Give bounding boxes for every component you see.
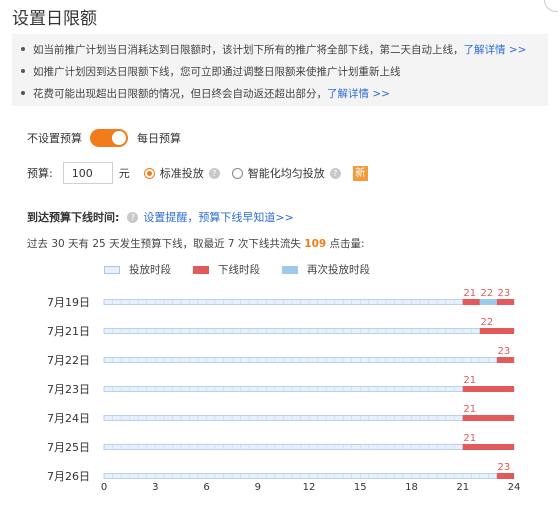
summary-suffix: 点击量: [329,238,365,250]
offline-section-title-row: 到达预算下线时间: ? 设置提醒，预算下线早知道>> [27,209,294,225]
offline-time-label: 21 [463,404,476,415]
x-tick-label: 12 [303,482,316,493]
offline-time-label: 22 [480,317,493,328]
budget-toggle[interactable] [90,129,128,147]
learn-more-link[interactable]: 了解详情 >> [464,44,527,56]
standard-delivery-label[interactable]: 标准投放 [160,165,204,181]
row-date-label: 7月21日 [47,325,90,338]
budget-row: 预算: 元 标准投放 ? 智能化均匀投放 ? 新 [27,160,368,186]
x-tick-label: 3 [152,482,158,493]
row-date-label: 7月19日 [47,296,90,309]
offline-timeline-chart: 7月19日 21 22 23 7月21日 22 7月22日 23 7月23日 21 7月24日 21 7… [47,288,521,493]
offline-summary: 过去 30 天有 25 天发生预算下线，取最近 7 次下线共流失 109 点击量… [27,236,365,251]
bullet-icon [21,91,25,95]
new-badge: 新 [352,165,368,181]
help-icon[interactable]: ? [329,167,341,179]
legend-label-again: 再次投放时段 [307,264,370,276]
legend-item-offline: 下线时段 [193,262,260,277]
x-tick-label: 24 [508,482,521,493]
offline-time-label: 21 [463,288,476,299]
offline-segment [496,473,514,479]
notice-item: 如当前推广计划当日消耗达到日限额时，该计划下所有的推广将全部下线，第二天自动上线… [21,39,548,61]
row-date-label: 7月22日 [47,354,90,367]
daily-budget-label: 每日预算 [137,132,181,145]
legend-item-normal: 投放时段 [104,262,171,277]
offline-segment [462,386,514,392]
offline-segment [462,444,514,450]
offline-segment [496,299,514,305]
learn-more-link[interactable]: 了解详情 >> [327,88,390,100]
notice-text: 如推广计划因到达日限额下线，您可立即通过调整日限额来使推广计划重新上线 [33,66,401,78]
smooth-delivery-label[interactable]: 智能化均匀投放 [248,165,325,181]
x-tick-label: 6 [203,482,209,493]
x-tick-label: 15 [354,482,367,493]
row-date-label: 7月24日 [47,412,90,425]
set-reminder-link[interactable]: 设置提醒，预算下线早知道>> [143,209,293,225]
offline-time-label: 21 [463,433,476,444]
offline-segment [479,328,514,334]
summary-prefix: 过去 30 天有 25 天发生预算下线，取最近 7 次下线共流失 [27,238,301,250]
budget-switch-row: 不设置预算 每日预算 [27,128,181,148]
x-tick-label: 18 [405,482,418,493]
again-segment [479,299,497,305]
legend-swatch-again [282,265,298,274]
legend-swatch-offline [193,265,209,274]
legend-swatch-normal [104,265,120,274]
budget-unit: 元 [118,167,130,180]
row-date-label: 7月26日 [47,470,90,483]
x-tick-label: 0 [101,482,107,493]
bullet-icon [21,69,25,73]
offline-time-label: 21 [463,375,476,386]
offline-time-label: 23 [498,346,511,357]
help-icon[interactable]: ? [127,211,139,223]
legend-label-offline: 下线时段 [218,264,260,276]
budget-input[interactable] [62,162,113,184]
lost-clicks-count: 109 [304,238,327,250]
notice-text: 如当前推广计划当日消耗达到日限额时，该计划下所有的推广将全部下线，第二天自动上线… [33,44,464,56]
legend-label-normal: 投放时段 [129,264,171,276]
offline-time-label: 23 [498,288,511,299]
notice-box: 如当前推广计划当日消耗达到日限额时，该计划下所有的推广将全部下线，第二天自动上线… [12,34,548,106]
legend-item-again: 再次投放时段 [282,262,370,277]
row-date-label: 7月25日 [47,441,90,454]
close-button[interactable] [544,0,558,12]
offline-time-label: 22 [480,288,493,299]
x-tick-label: 21 [456,482,469,493]
help-icon[interactable]: ? [208,167,220,179]
offline-segment [496,357,514,363]
smooth-delivery-radio[interactable] [231,167,243,179]
notice-item: 如推广计划因到达日限额下线，您可立即通过调整日限额来使推广计划重新上线 [21,61,548,83]
budget-label: 预算: [27,167,53,180]
no-budget-label: 不设置预算 [27,132,82,145]
standard-delivery-radio[interactable] [143,167,155,179]
page-title: 设置日限额 [12,9,97,29]
notice-text: 花费可能出现超出日限额的情况，但日终会自动返还超出部分， [33,88,327,100]
notice-item: 花费可能出现超出日限额的情况，但日终会自动返还超出部分，了解详情 >> [21,83,548,105]
chart-legend: 投放时段 下线时段 再次投放时段 [104,262,392,277]
bullet-icon [21,47,25,51]
toggle-knob [112,131,126,145]
offline-section-title: 到达预算下线时间: [27,211,120,224]
offline-segment [462,415,514,421]
offline-segment [462,299,480,305]
row-date-label: 7月23日 [47,383,90,396]
x-tick-label: 9 [255,482,261,493]
offline-time-label: 23 [498,462,511,473]
